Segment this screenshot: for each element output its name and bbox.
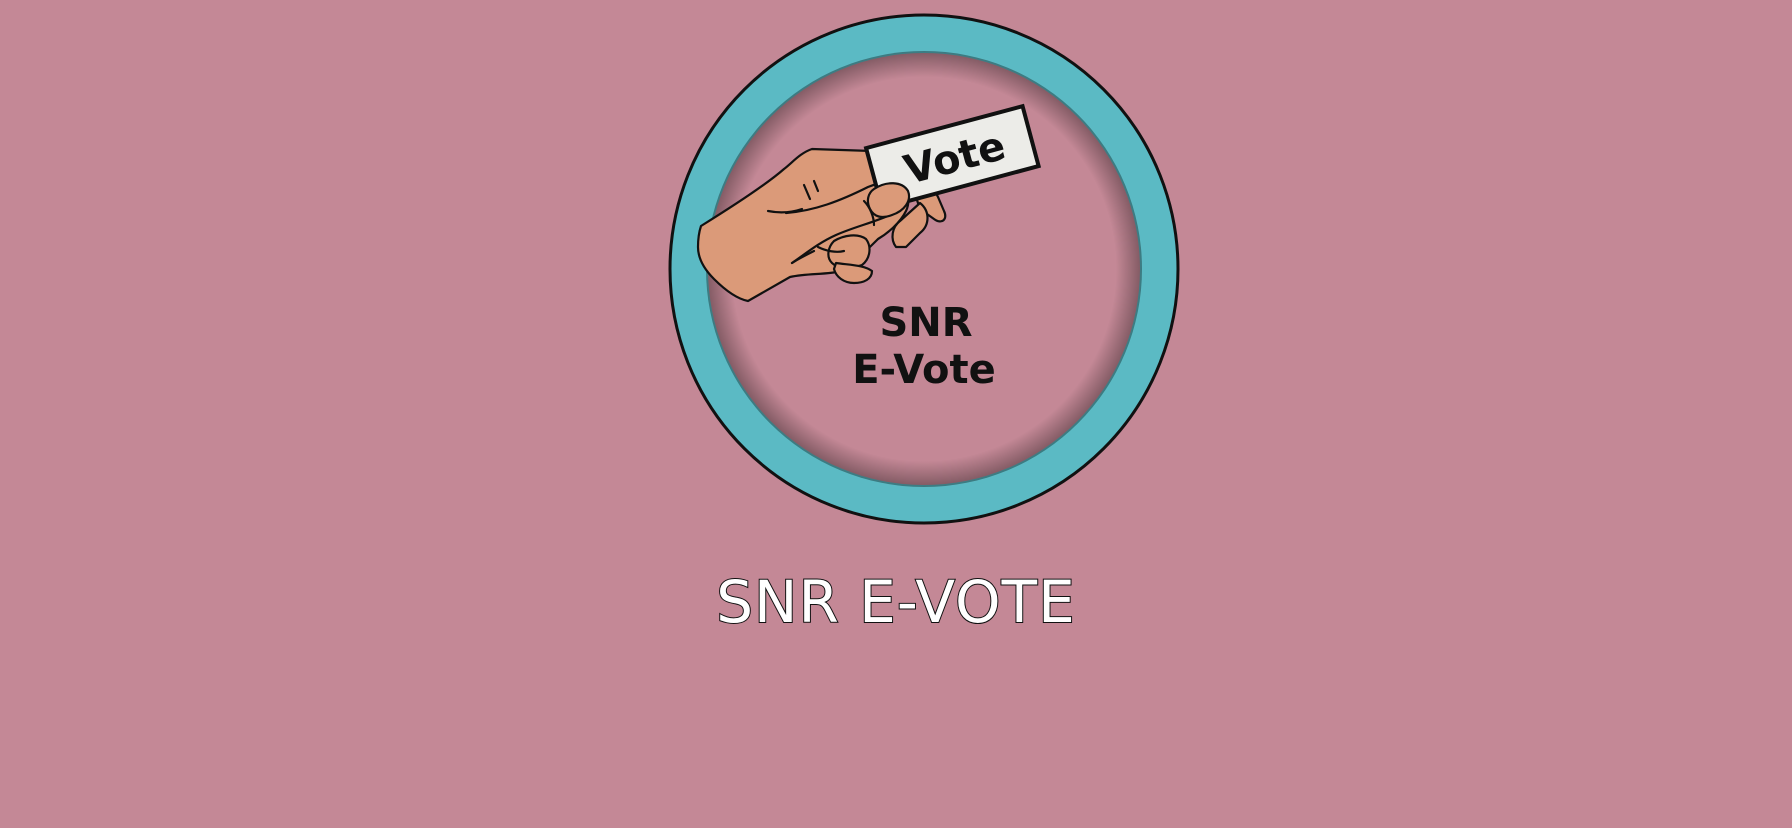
- logo-brand-line1: SNR: [879, 300, 972, 346]
- splash-screen: Vote SNR E-Vote SNR E-VOTE: [0, 0, 1792, 828]
- app-title: SNR E-VOTE: [715, 567, 1076, 637]
- logo-brand-line2: E-Vote: [852, 347, 996, 393]
- app-logo: Vote SNR E-Vote: [668, 13, 1180, 525]
- logo-badge: Vote SNR E-Vote: [668, 13, 1180, 525]
